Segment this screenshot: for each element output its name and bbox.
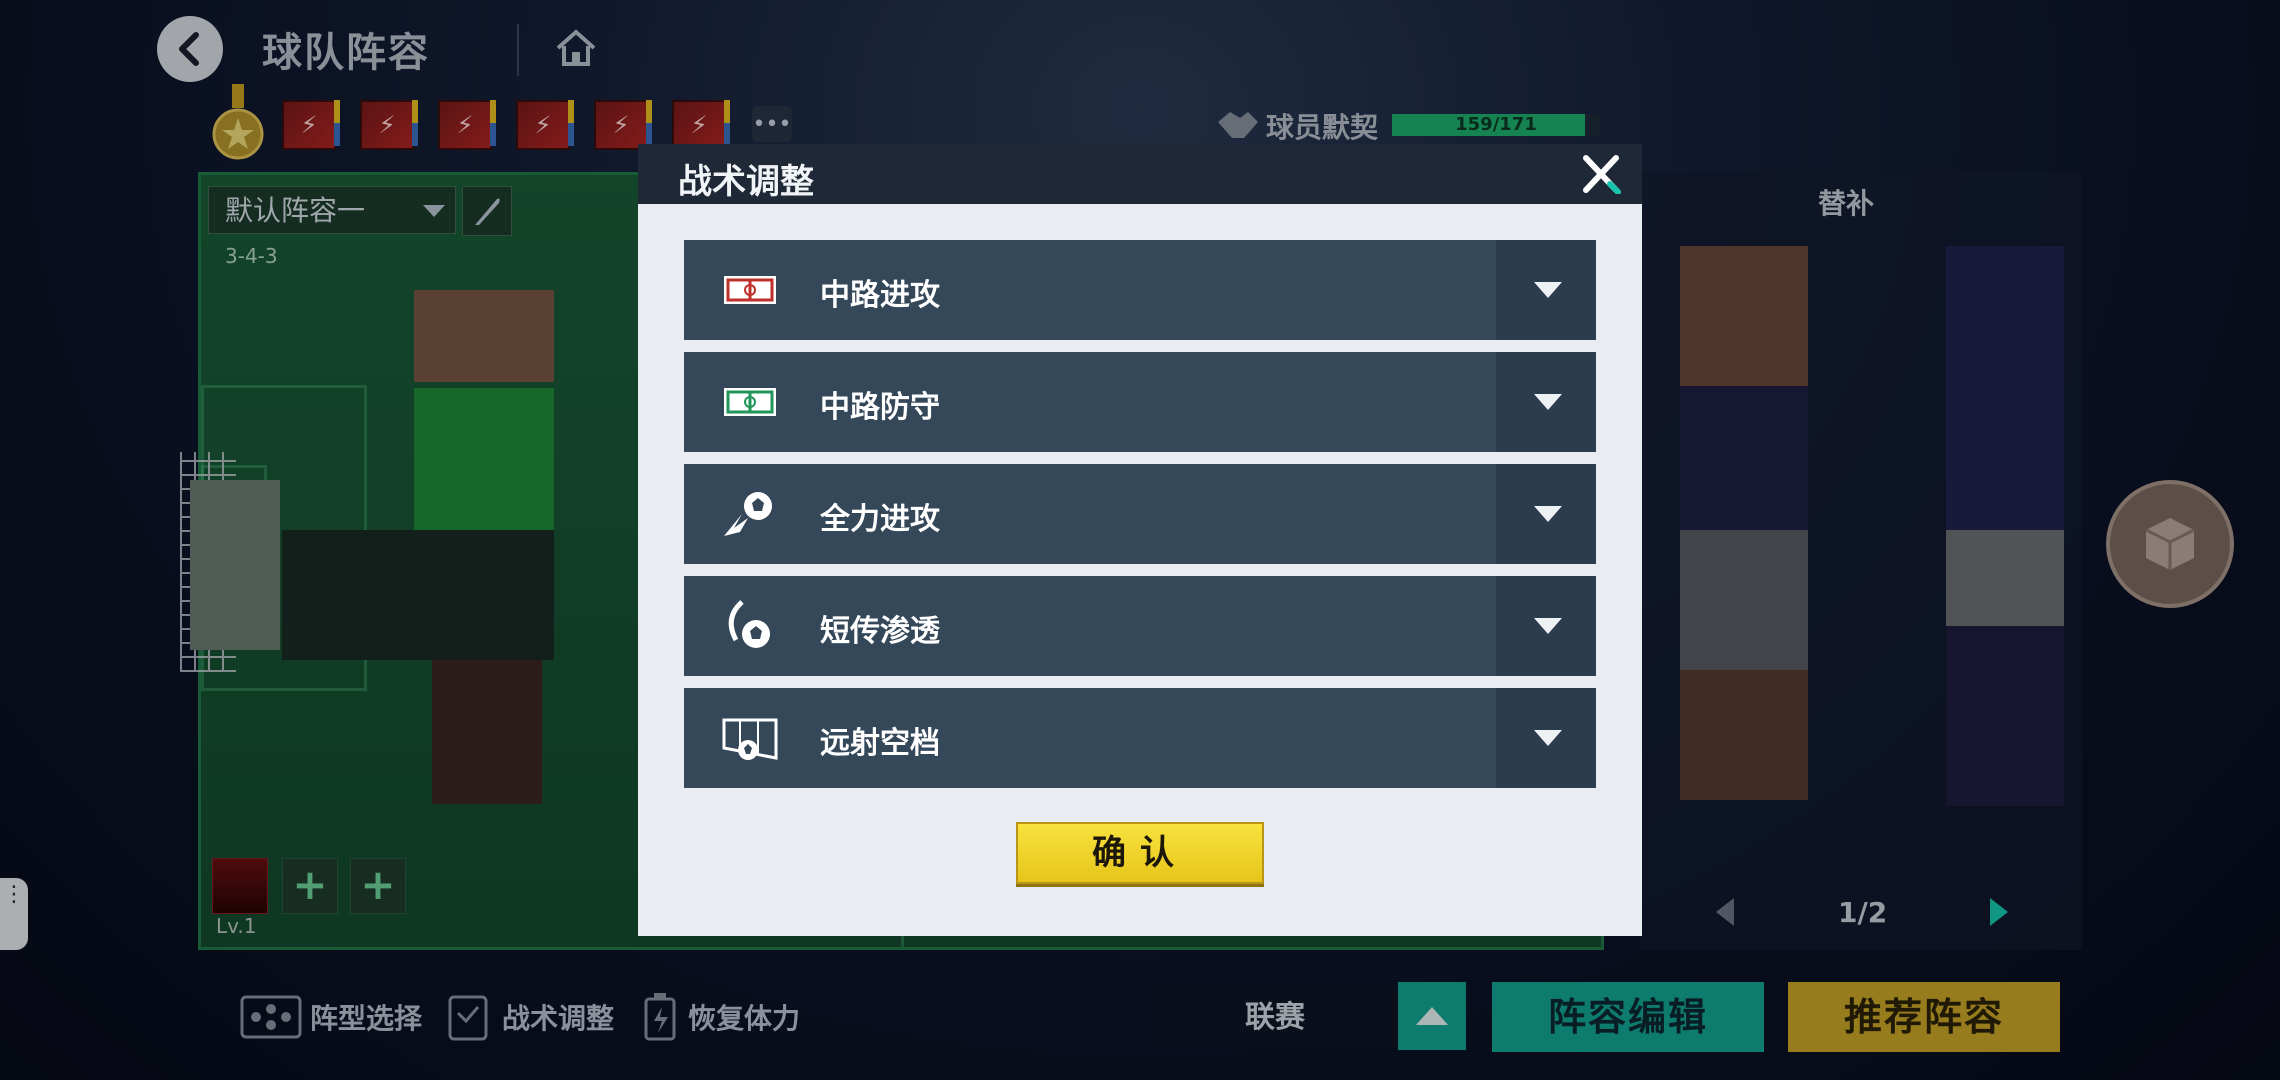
tactic-row-short-pass[interactable]: 短传渗透	[684, 576, 1596, 676]
tactic-row-long-shot[interactable]: 远射空档	[684, 688, 1596, 788]
tactic-row-center-attack[interactable]: 中路进攻	[684, 240, 1596, 340]
tactic-dropdown-button[interactable]	[1496, 688, 1596, 788]
close-button[interactable]	[1580, 154, 1622, 195]
dialog-title: 战术调整	[678, 162, 814, 202]
tactic-label: 中路进攻	[820, 278, 940, 313]
confirm-button[interactable]: 确认	[1016, 822, 1264, 884]
pitch-attack-icon	[720, 260, 780, 320]
close-icon	[1583, 155, 1621, 195]
chevron-down-icon	[1534, 394, 1562, 410]
tactic-label: 全力进攻	[820, 502, 940, 537]
tactic-dropdown-button[interactable]	[1496, 240, 1596, 340]
fireball-icon	[720, 484, 780, 544]
chevron-down-icon	[1534, 506, 1562, 522]
tactic-dropdown-button[interactable]	[1496, 576, 1596, 676]
pitch-defense-icon	[720, 372, 780, 432]
tactic-label: 短传渗透	[820, 614, 940, 649]
tactic-dropdown-button[interactable]	[1496, 464, 1596, 564]
tactic-label: 中路防守	[820, 390, 940, 425]
chevron-down-icon	[1534, 730, 1562, 746]
dialog-header: 战术调整	[638, 144, 1642, 204]
short-pass-icon	[720, 596, 780, 656]
tactic-row-center-defense[interactable]: 中路防守	[684, 352, 1596, 452]
chevron-down-icon	[1534, 282, 1562, 298]
chevron-down-icon	[1534, 618, 1562, 634]
long-shot-icon	[720, 708, 780, 768]
tactics-dialog: 战术调整 中路进攻 中路防守 全力进攻 短传渗透 远射空档 确认	[638, 144, 1642, 936]
tactic-label: 远射空档	[820, 726, 940, 761]
tactic-dropdown-button[interactable]	[1496, 352, 1596, 452]
tactic-row-all-out-attack[interactable]: 全力进攻	[684, 464, 1596, 564]
